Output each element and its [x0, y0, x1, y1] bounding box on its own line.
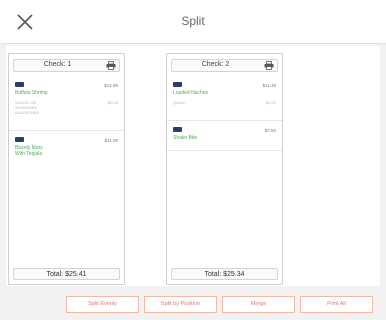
check-card-1[interactable]: Check: 1 $12.99 Buffalo Shrimp SAUCE ON …	[8, 53, 125, 285]
merge-button[interactable]: Merge	[222, 296, 295, 313]
printer-icon[interactable]	[264, 61, 274, 70]
top-bar: Split	[0, 0, 386, 44]
item-price: $7.50	[264, 128, 276, 133]
page-title: Split	[181, 14, 205, 28]
action-bar: Split Evenly Split by Position Merge Pri…	[0, 288, 386, 320]
item-name: Shake Bite	[173, 135, 198, 141]
split-evenly-button[interactable]: Split Evenly	[66, 296, 139, 313]
check-total: Total: $25.34	[171, 268, 278, 280]
item-modifier: SAUCE ON SEASONED BLACKENED	[15, 100, 40, 115]
check-items: $12.99 Buffalo Shrimp SAUCE ON SEASONED …	[9, 76, 124, 171]
check-items: $11.49 Loaded Nachos Queso $0.00 $7.50 S…	[167, 76, 282, 151]
item-name: Bloody Mary With Tequila	[15, 145, 43, 157]
item-modifier: Queso	[173, 100, 185, 105]
order-item[interactable]: $11.49 Loaded Nachos Queso $0.00	[167, 76, 282, 121]
check-header: Check: 1	[13, 59, 120, 72]
item-price: $12.99	[104, 83, 118, 88]
modifier-price: $0.00	[107, 100, 118, 105]
printer-icon[interactable]	[106, 61, 116, 70]
seat-tag	[15, 137, 24, 142]
item-price: $11.49	[262, 83, 276, 88]
seat-tag	[173, 127, 182, 132]
item-price: $11.00	[104, 138, 118, 143]
modifier-price: $0.00	[265, 100, 276, 105]
item-name: Buffalo Shrimp	[15, 90, 48, 96]
check-header: Check: 2	[171, 59, 278, 72]
print-all-button[interactable]: Print All	[300, 296, 373, 313]
order-item[interactable]: $7.50 Shake Bite	[167, 121, 282, 151]
check-name: Check: 1	[43, 61, 72, 68]
seat-tag	[173, 82, 182, 87]
check-card-2[interactable]: Check: 2 $11.49 Loaded Nachos Queso $0.0…	[166, 53, 283, 285]
order-item[interactable]: $11.00 Bloody Mary With Tequila	[9, 131, 124, 171]
order-item[interactable]: $12.99 Buffalo Shrimp SAUCE ON SEASONED …	[9, 76, 124, 131]
check-total: Total: $25.41	[13, 268, 120, 280]
item-name: Loaded Nachos	[173, 90, 209, 96]
check-name: Check: 2	[201, 61, 230, 68]
split-by-position-button[interactable]: Split by Position	[144, 296, 217, 313]
seat-tag	[15, 82, 24, 87]
checks-area: Check: 1 $12.99 Buffalo Shrimp SAUCE ON …	[6, 46, 380, 286]
